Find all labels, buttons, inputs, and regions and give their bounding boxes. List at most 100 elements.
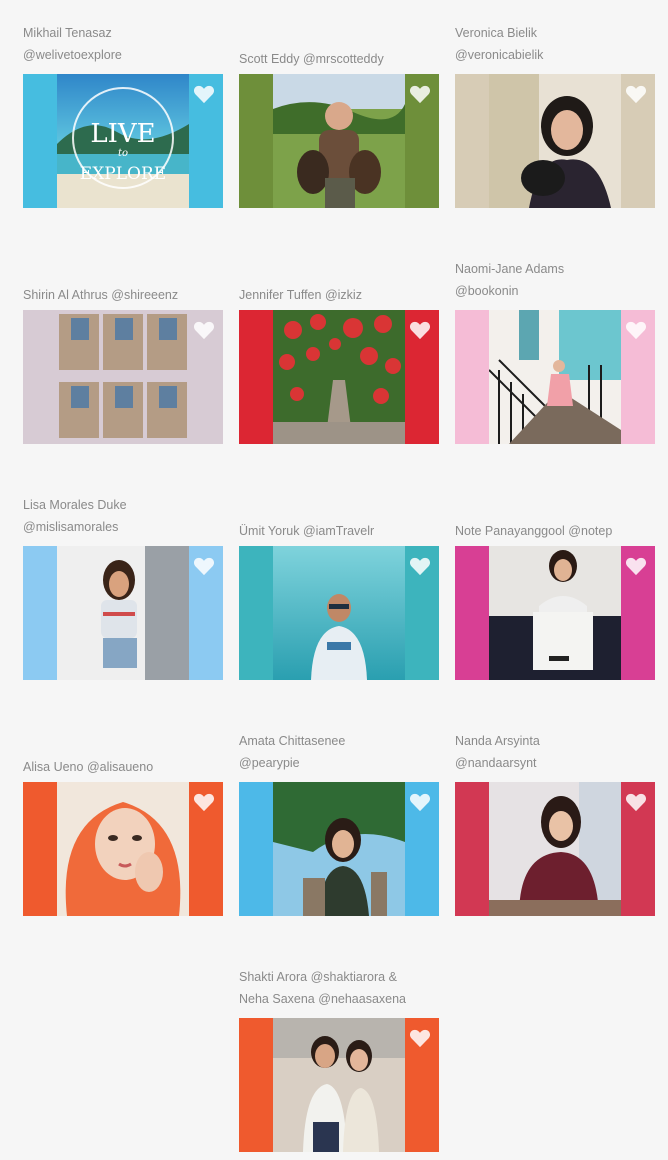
influencer-photo	[273, 546, 405, 680]
influencer-photo	[273, 310, 405, 444]
influencer-card[interactable]: Amata Chittasenee @pearypie	[239, 728, 439, 916]
influencer-photo	[57, 782, 189, 916]
influencer-handle[interactable]: @alisaueno	[87, 760, 153, 774]
influencer-card[interactable]: Lisa Morales Duke @mislisamorales	[23, 492, 223, 680]
heart-icon[interactable]	[409, 84, 431, 104]
influencer-handle[interactable]: @nandaarsynt	[455, 752, 655, 774]
influencer-photo-tile[interactable]	[239, 546, 439, 680]
influencer-photo	[489, 546, 621, 680]
influencer-name: Nanda Arsyinta	[455, 734, 540, 748]
influencer-caption: Nanda Arsyinta @nandaarsynt	[455, 730, 655, 774]
influencer-card[interactable]: Shirin Al Athrus @shireeenz	[23, 256, 223, 444]
influencer-name: Mikhail Tenasaz	[23, 26, 112, 40]
influencer-handle[interactable]: @bookonin	[455, 280, 655, 302]
heart-icon[interactable]	[625, 556, 647, 576]
influencer-photo-tile[interactable]	[23, 310, 223, 444]
influencer-caption: Shakti Arora @shaktiarora & Neha Saxena …	[239, 966, 439, 1010]
influencer-card[interactable]: Mikhail Tenasaz @welivetoexplore LIVE to…	[23, 20, 223, 208]
influencer-photo-tile[interactable]	[455, 74, 655, 208]
influencer-handle[interactable]: @iamTravelr	[303, 524, 374, 538]
influencer-card[interactable]: Scott Eddy @mrscotteddy	[239, 20, 439, 208]
influencer-caption: Shirin Al Athrus @shireeenz	[23, 284, 223, 306]
influencer-handle[interactable]: @mrscotteddy	[303, 52, 384, 66]
heart-icon[interactable]	[625, 320, 647, 340]
partner-handle[interactable]: @nehaasaxena	[318, 992, 406, 1006]
influencer-name: Naomi-Jane Adams	[455, 262, 565, 276]
influencer-card[interactable]: Nanda Arsyinta @nandaarsynt	[455, 728, 655, 916]
influencer-caption: Scott Eddy @mrscotteddy	[239, 48, 439, 70]
caption-connector: &	[388, 970, 397, 984]
influencer-name: Alisa Ueno	[23, 760, 84, 774]
influencer-photo-tile[interactable]	[455, 782, 655, 916]
heart-icon[interactable]	[409, 1028, 431, 1048]
influencer-card[interactable]: Ümit Yoruk @iamTravelr	[239, 492, 439, 680]
influencer-caption: Mikhail Tenasaz @welivetoexplore	[23, 22, 223, 66]
influencer-card[interactable]: Alisa Ueno @alisaueno	[23, 728, 223, 916]
influencer-name: Shirin Al Athrus	[23, 288, 108, 302]
heart-icon[interactable]	[409, 792, 431, 812]
influencer-caption: Alisa Ueno @alisaueno	[23, 756, 223, 778]
influencer-caption-line: Scott Eddy @mrscotteddy	[239, 48, 439, 70]
influencer-photo-tile[interactable]	[239, 310, 439, 444]
influencer-name: Shakti Arora	[239, 970, 308, 984]
influencer-caption-line: Shakti Arora @shaktiarora &	[239, 966, 439, 988]
logo-word-explore: EXPLORE	[80, 164, 166, 184]
influencer-photo	[273, 74, 405, 208]
influencer-photo-tile[interactable]	[239, 74, 439, 208]
influencer-handle[interactable]: @mislisamorales	[23, 516, 223, 538]
influencer-handle[interactable]: @notep	[568, 524, 612, 538]
heart-icon[interactable]	[409, 320, 431, 340]
influencer-photo-tile[interactable]	[23, 546, 223, 680]
heart-icon[interactable]	[625, 84, 647, 104]
influencer-caption: Note Panayanggool @notep	[455, 520, 655, 542]
influencer-caption: Lisa Morales Duke @mislisamorales	[23, 494, 223, 538]
influencer-caption-line: Jennifer Tuffen @izkiz	[239, 284, 439, 306]
influencer-card[interactable]: Veronica Bielik @veronicabielik	[455, 20, 655, 208]
logo-word-live: LIVE	[90, 119, 155, 149]
influencer-handle[interactable]: @pearypie	[239, 752, 439, 774]
influencer-caption-line: Ümit Yoruk @iamTravelr	[239, 520, 439, 542]
influencer-name: Note Panayanggool	[455, 524, 565, 538]
logo-word-to: to	[118, 148, 128, 159]
influencer-photo	[489, 74, 621, 208]
heart-icon[interactable]	[193, 792, 215, 812]
influencer-caption: Jennifer Tuffen @izkiz	[239, 284, 439, 306]
influencer-photo-tile[interactable]	[239, 1018, 439, 1152]
influencer-photo	[273, 782, 405, 916]
influencer-handle[interactable]: @veronicabielik	[455, 44, 655, 66]
influencer-photo	[57, 310, 189, 444]
influencer-name: Lisa Morales Duke	[23, 498, 127, 512]
influencer-caption: Naomi-Jane Adams @bookonin	[455, 258, 655, 302]
influencer-caption-line: Alisa Ueno @alisaueno	[23, 756, 223, 778]
heart-icon[interactable]	[193, 320, 215, 340]
influencer-name: Veronica Bielik	[455, 26, 537, 40]
influencer-caption-line: Note Panayanggool @notep	[455, 520, 655, 542]
heart-icon[interactable]	[625, 792, 647, 812]
influencer-name: Jennifer Tuffen	[239, 288, 322, 302]
influencer-handle[interactable]: @welivetoexplore	[23, 44, 223, 66]
influencer-handle[interactable]: @shaktiarora	[311, 970, 386, 984]
influencer-photo-tile[interactable]	[23, 782, 223, 916]
heart-icon[interactable]	[409, 556, 431, 576]
influencer-photo-tile[interactable]	[239, 782, 439, 916]
heart-icon[interactable]	[193, 556, 215, 576]
influencer-name: Scott Eddy	[239, 52, 300, 66]
influencer-card[interactable]: Jennifer Tuffen @izkiz	[239, 256, 439, 444]
influencer-card[interactable]: Naomi-Jane Adams @bookonin	[455, 256, 655, 444]
influencer-photo-tile[interactable]: LIVE to EXPLORE	[23, 74, 223, 208]
influencer-card[interactable]: Shakti Arora @shaktiarora & Neha Saxena …	[239, 964, 439, 1152]
influencer-name: Ümit Yoruk	[239, 524, 300, 538]
heart-icon[interactable]	[193, 84, 215, 104]
influencer-photo	[273, 1018, 405, 1152]
influencer-handle[interactable]: @shireeenz	[111, 288, 178, 302]
influencer-photo-tile[interactable]	[455, 546, 655, 680]
influencer-handle[interactable]: @izkiz	[325, 288, 362, 302]
influencer-caption: Veronica Bielik @veronicabielik	[455, 22, 655, 66]
influencer-photo	[489, 782, 621, 916]
influencer-photo	[489, 310, 621, 444]
influencer-name: Amata Chittasenee	[239, 734, 346, 748]
influencer-card[interactable]: Note Panayanggool @notep	[455, 492, 655, 680]
influencer-caption-line: Neha Saxena @nehaasaxena	[239, 988, 439, 1010]
influencer-caption-line: Shirin Al Athrus @shireeenz	[23, 284, 223, 306]
influencer-photo-tile[interactable]	[455, 310, 655, 444]
